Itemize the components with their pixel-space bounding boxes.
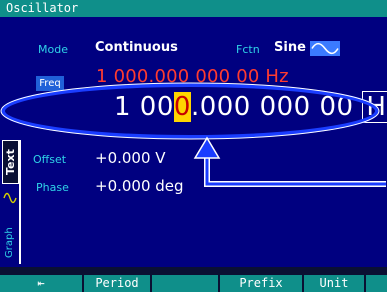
- tab-text-label: Text: [4, 149, 17, 175]
- back-arrow-icon: ⇤: [37, 276, 45, 290]
- tab-text[interactable]: Text: [2, 140, 19, 184]
- highlight-ellipse: [1, 83, 379, 139]
- annotation-arrow-line: [205, 150, 386, 186]
- phase-label: Phase: [36, 181, 69, 194]
- softkey-bar: ⇤ Period Prefix Unit: [0, 275, 387, 292]
- annotation-arrow-head: [193, 136, 221, 159]
- view-tabs: Text Graph: [0, 140, 21, 264]
- tab-graph-label: Graph: [4, 227, 15, 258]
- prefix-softkey[interactable]: Prefix: [220, 275, 304, 292]
- offset-value[interactable]: +0.000 V: [95, 149, 166, 167]
- back-softkey[interactable]: ⇤: [0, 275, 84, 292]
- blank-softkey[interactable]: [152, 275, 220, 292]
- offset-label: Offset: [33, 153, 67, 166]
- graph-tab-wave-icon: [3, 190, 17, 204]
- unit-softkey[interactable]: Unit: [304, 275, 366, 292]
- tab-graph[interactable]: Graph: [2, 206, 19, 262]
- annotation-arrow-line-outline: [204, 150, 386, 187]
- annotation-overlay: [0, 82, 386, 187]
- blank-softkey-right[interactable]: [366, 275, 387, 292]
- period-softkey[interactable]: Period: [84, 275, 152, 292]
- highlight-ellipse-outline: [0, 82, 380, 140]
- phase-value[interactable]: +0.000 deg: [95, 177, 184, 195]
